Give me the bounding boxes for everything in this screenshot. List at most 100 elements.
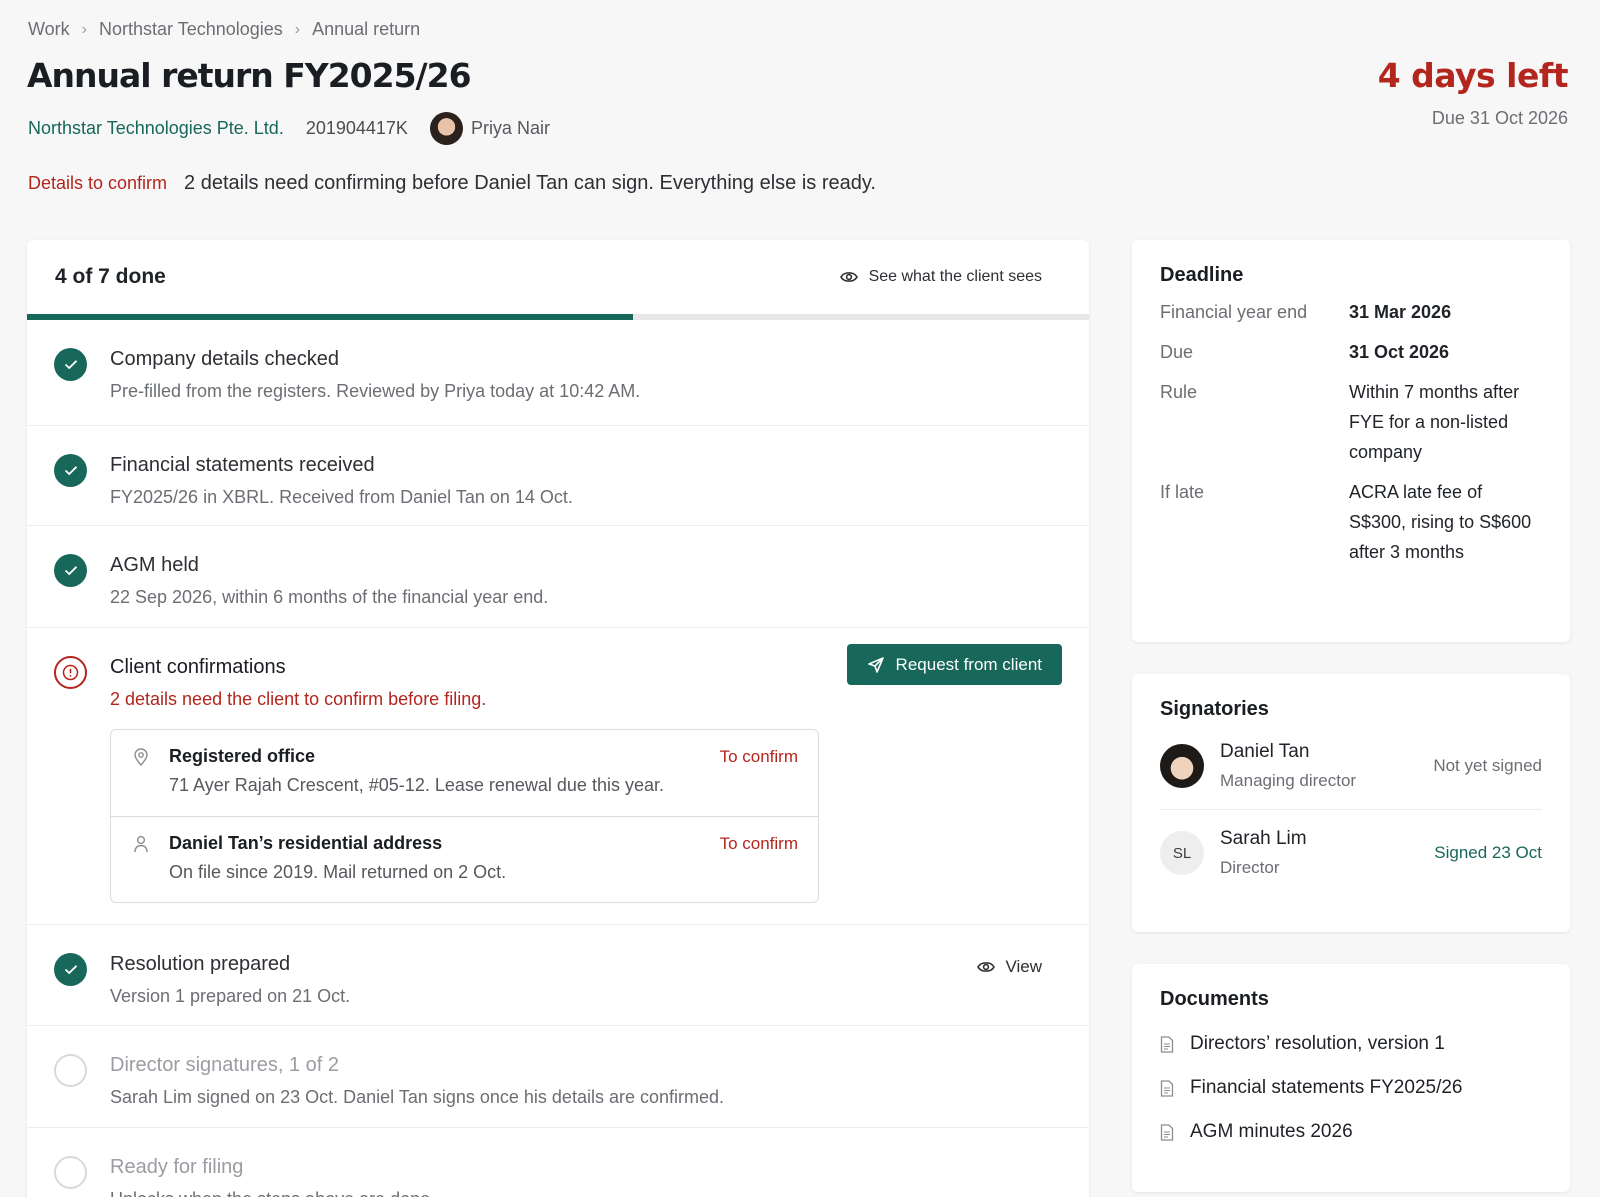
confirm-item-title: Daniel Tan’s residential address [169,833,443,853]
deadline-key: Financial year end [1160,302,1308,322]
checklist-card: 4 of 7 done See what the client sees Com… [27,240,1089,1197]
deadline-row-due: Due 31 Oct 2026 [1160,337,1542,367]
step-resolution-prepared: Resolution prepared Version 1 prepared o… [27,925,1089,1026]
chevron-right-icon: › [81,20,87,38]
request-from-client-button[interactable]: Request from client [846,644,1062,685]
deadline-value: 31 Mar 2026 [1349,302,1452,322]
deadline-value: 31 Oct 2026 [1349,342,1450,362]
document-name: Directors’ resolution, version 1 [1190,1033,1445,1054]
step-title: AGM held [110,554,199,576]
owner-avatar [429,112,463,145]
deadline-title: Deadline [1160,264,1244,286]
chevron-right-icon: › [294,20,301,38]
signatory-row[interactable]: Daniel Tan Managing director Not yet sig… [1160,723,1542,809]
signature-status: Signed 23 Oct [1434,843,1542,862]
confirmation-list: Registered office 71 Ayer Rajah Crescent… [110,729,819,903]
eye-icon [839,272,858,282]
days-left: 4 days left [1377,56,1569,95]
signatory-role: Managing director [1220,771,1357,790]
document-link[interactable]: Directors’ resolution, version 1 [1160,1033,1542,1055]
check-icon [54,554,87,587]
deadline-value: Within 7 months after FYE for a non-list… [1349,382,1520,462]
to-confirm-badge: To confirm [719,834,798,853]
company-link[interactable]: Northstar Technologies Pte. Ltd. [28,118,284,139]
deadline-key: Due [1160,342,1194,362]
step-title: Ready for filing [110,1156,244,1178]
return-meta: Northstar Technologies Pte. Ltd. 2019044… [28,112,550,145]
signatory-info: Daniel Tan Managing director [1220,741,1433,791]
deadline-key: Rule [1160,382,1198,402]
signatories-title: Signatories [1160,698,1269,720]
uen: 201904417K [305,118,408,138]
view-label: View [1005,957,1042,976]
avatar-initials: SL [1160,831,1204,875]
confirm-item-registered-office[interactable]: Registered office 71 Ayer Rajah Crescent… [111,730,818,816]
document-name: AGM minutes 2026 [1190,1121,1353,1142]
view-resolution-button[interactable]: View [977,957,1042,977]
breadcrumb: Work › Northstar Technologies › Annual r… [28,19,420,40]
empty-circle-icon [54,1156,87,1189]
step-agm-held: AGM held 22 Sep 2026, within 6 months of… [27,526,1089,628]
document-link[interactable]: AGM minutes 2026 [1160,1121,1542,1143]
document-icon [1160,1079,1174,1097]
step-ready-for-filing: Ready for filing Unlocks when the steps … [27,1128,1089,1197]
step-financial-statements: Financial statements received FY2025/26 … [27,426,1089,526]
signatory-role: Director [1220,858,1280,877]
step-director-signatures: Director signatures, 1 of 2 Sarah Lim si… [27,1026,1089,1128]
confirm-item-title: Registered office [169,746,316,766]
due-date: Due 31 Oct 2026 [1431,108,1568,128]
confirm-item-description: On file since 2019. Mail returned on 2 O… [169,862,507,882]
signatory-info: Sarah Lim Director [1220,828,1434,878]
breadcrumb-current: Annual return [312,19,421,39]
status-banner: Details to confirm 2 details need confir… [28,172,876,195]
step-description: Version 1 prepared on 21 Oct. [110,986,351,1006]
step-title: Resolution prepared [110,953,291,975]
progress-label: 4 of 7 done [55,265,166,288]
deadline-row-late: If late ACRA late fee of S$300, rising t… [1160,477,1542,567]
step-description: Pre-filled from the registers. Reviewed … [110,381,641,401]
owner-name: Priya Nair [470,118,550,138]
confirm-item-description: 71 Ayer Rajah Crescent, #05-12. Lease re… [169,775,664,795]
step-description: Unlocks when the steps above are done. [110,1189,1042,1197]
avatar [1160,744,1204,788]
status-tag: Details to confirm [28,173,168,193]
document-link[interactable]: Financial statements FY2025/26 [1160,1077,1542,1099]
signature-status: Not yet signed [1433,756,1542,775]
checklist-header: 4 of 7 done See what the client sees [27,240,1089,314]
step-title: Company details checked [110,348,340,370]
signatory-row[interactable]: SL Sarah Lim Director Signed 23 Oct [1160,809,1542,896]
location-pin-icon [134,748,148,766]
signatory-name: Sarah Lim [1220,828,1307,849]
confirm-item-residential-address[interactable]: Daniel Tan’s residential address On file… [111,816,818,902]
step-description: FY2025/26 in XBRL. Received from Daniel … [110,487,573,507]
step-client-confirmations: Client confirmations 2 details need the … [27,628,1089,925]
documents-title: Documents [1160,988,1269,1010]
see-client-label: See what the client sees [868,268,1042,285]
step-description: 2 details need the client to confirm bef… [110,689,487,709]
document-name: Financial statements FY2025/26 [1190,1077,1463,1098]
step-title: Financial statements received [110,454,375,476]
request-button-label: Request from client [895,654,1042,674]
breadcrumb-company[interactable]: Northstar Technologies [99,19,283,40]
breadcrumb-work[interactable]: Work [28,19,70,40]
step-description: Sarah Lim signed on 23 Oct. Daniel Tan s… [110,1087,725,1107]
check-icon [54,348,87,381]
empty-circle-icon [54,1054,87,1087]
deadline-row-fye: Financial year end 31 Mar 2026 [1160,297,1542,327]
documents-card: Documents Directors’ resolution, version… [1132,964,1570,1192]
eye-icon [977,962,996,972]
status-message: 2 details need confirming before Daniel … [184,172,876,194]
send-icon [867,656,884,673]
document-icon [1160,1123,1174,1141]
signatory-name: Daniel Tan [1220,741,1310,762]
check-icon [54,953,87,986]
deadline-key: If late [1160,482,1205,502]
alert-icon [54,656,87,689]
to-confirm-badge: To confirm [719,747,798,766]
step-description: 22 Sep 2026, within 6 months of the fina… [110,587,549,607]
page-title: Annual return FY2025/26 [27,56,472,95]
person-icon [134,835,148,853]
deadline-row-rule: Rule Within 7 months after FYE for a non… [1160,377,1542,467]
step-company-details: Company details checked Pre-filled from … [27,320,1089,426]
see-client-view-button[interactable]: See what the client sees [839,268,1042,286]
